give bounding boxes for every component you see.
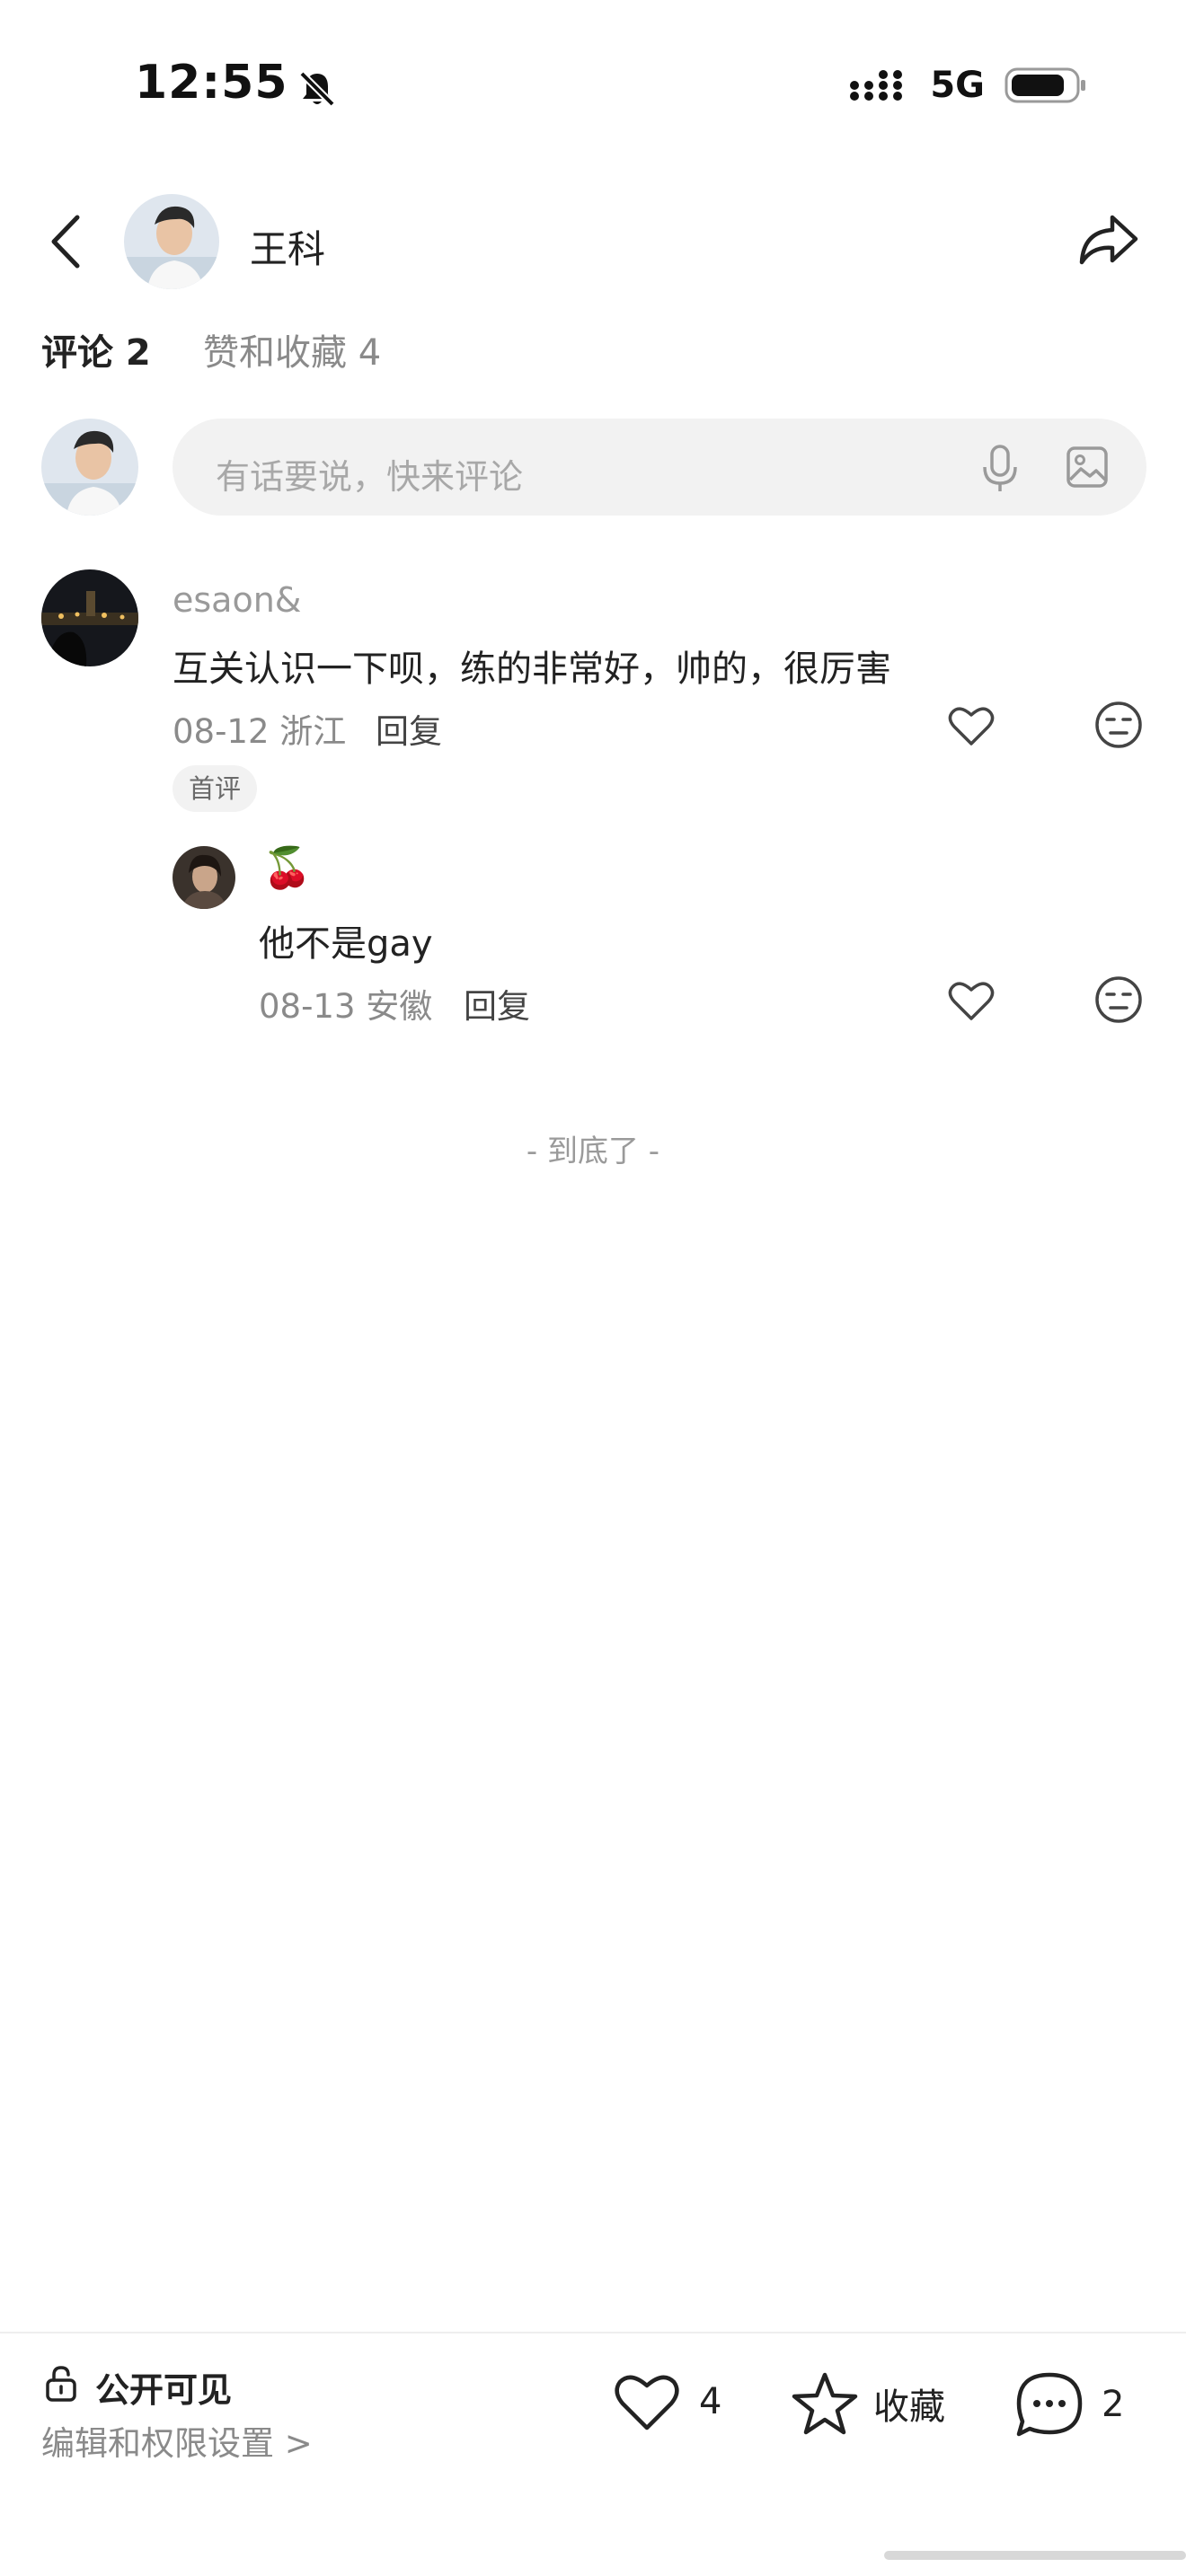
comment-count: 2 [1102,2384,1125,2425]
share-button[interactable] [1076,212,1139,268]
comment-action[interactable]: 2 [1015,2371,1124,2438]
home-indicator[interactable] [884,2551,1186,2560]
like-action[interactable]: 4 [613,2371,721,2432]
favorite-label: 收藏 [873,2386,945,2428]
comment-input-placeholder[interactable]: 有话要说，快来评论 [216,449,523,498]
commenter-avatar[interactable] [41,569,138,666]
microphone-icon[interactable] [981,444,1019,494]
visibility-label[interactable]: 公开可见 [95,2362,232,2412]
comment-like-heart-icon[interactable] [947,704,996,747]
edit-permissions-link[interactable]: 编辑和权限设置 > [41,2416,313,2465]
reply-date-location: 08-13 安徽 [259,987,433,1026]
reply-like-heart-icon[interactable] [947,979,996,1022]
bottom-divider [0,2332,1186,2333]
comment-emoji-reaction-icon[interactable] [1094,701,1143,749]
reply-text: 他不是gay [259,923,433,965]
end-of-list-text: - 到底了 - [526,1134,660,1169]
replier-name[interactable]: 🍒 [262,844,312,891]
back-button[interactable] [45,212,88,271]
replier-avatar[interactable] [173,846,235,909]
like-count: 4 [699,2381,722,2422]
reply-reply-button[interactable]: 回复 [464,979,530,1028]
network-type: 5G [930,65,985,106]
first-comment-badge: 首评 [173,765,258,812]
star-icon[interactable] [791,2371,859,2436]
tab-likes-favorites[interactable]: 赞和收藏 4 [203,323,381,375]
signal-icon [850,70,903,101]
comment-date-location: 08-12 浙江 [173,712,347,751]
my-avatar [41,419,138,516]
lock-icon [46,2366,76,2402]
comment-text: 互关认识一下呗，练的非常好，帅的，很厉害 [173,648,891,690]
like-heart-icon[interactable] [613,2371,681,2432]
status-right-group: 5G [849,65,1087,106]
reply-emoji-reaction-icon[interactable] [1094,975,1143,1024]
battery-icon [1005,67,1085,103]
commenter-name[interactable]: esaon& [173,580,301,620]
comment-bubble-icon[interactable] [1015,2371,1084,2438]
header-name[interactable]: 王科 [250,219,325,274]
header-avatar[interactable] [124,194,219,289]
favorite-action[interactable]: 收藏 [791,2371,945,2436]
image-icon[interactable] [1066,446,1109,489]
status-time: 12:55 [135,56,288,110]
mute-bell-icon [299,71,335,107]
reply-button[interactable]: 回复 [376,704,442,753]
tab-comments[interactable]: 评论 2 [41,323,151,375]
